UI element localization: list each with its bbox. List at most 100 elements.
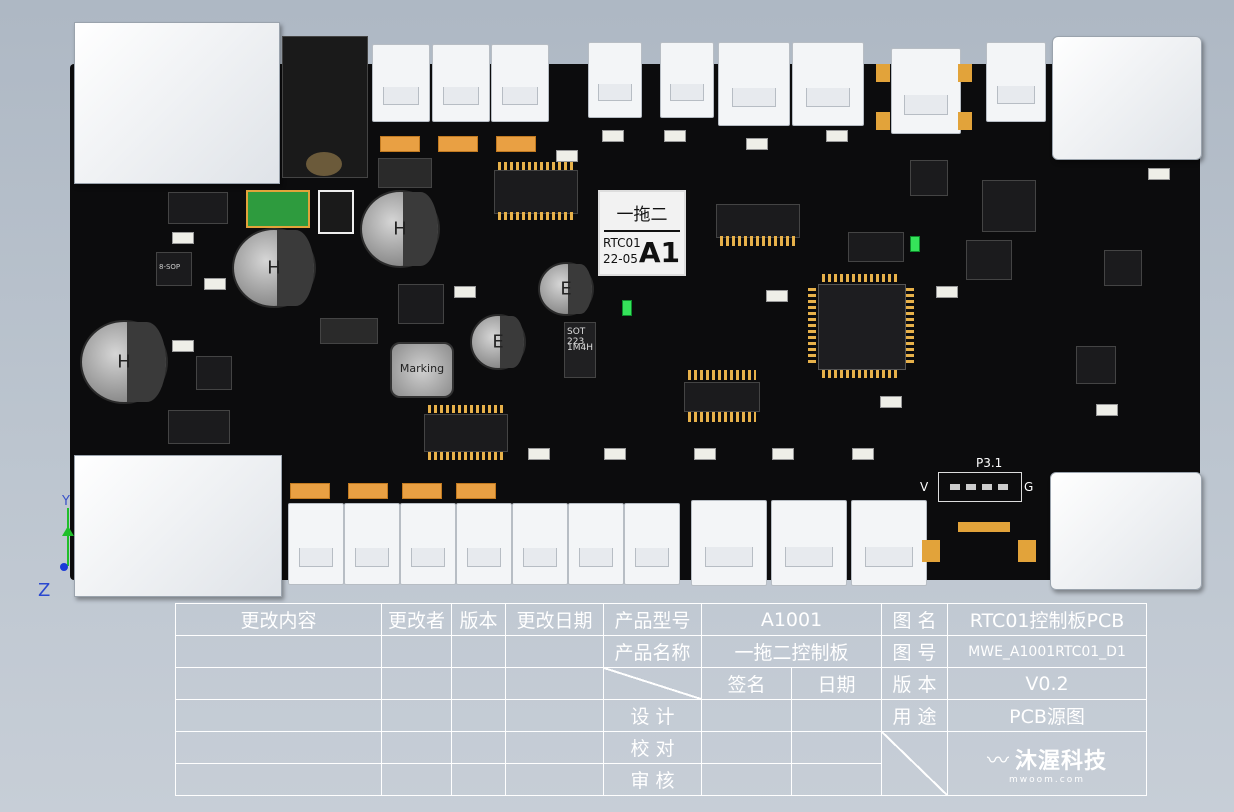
power-ic-square [982,180,1036,232]
board-label-date: 22-05 [603,252,638,266]
terminal-bottom-3 [400,503,456,585]
value-version: V0.2 [947,667,1148,700]
smd-cap-7 [880,396,902,408]
label-drawing-name: 图 名 [881,603,949,636]
pad-4 [958,112,972,130]
axis-y-label: Y [62,494,70,509]
design-sign-cell [701,699,792,732]
change-cell [175,699,382,732]
soic-ic-4-pins-bottom [688,412,756,422]
soic-ic-3-pins-top [428,405,504,413]
change-cell [451,731,506,764]
review-sign-cell [701,763,792,796]
pad-7 [958,522,1010,532]
terminal-top-3 [491,44,549,122]
resistor-bottom-2 [348,483,388,499]
rj45-connector-top-left [74,22,280,184]
green-fuse [246,190,310,228]
capacitor-large-3: H [360,190,440,268]
soic-ic-1 [494,170,578,214]
header-changer: 更改者 [381,603,452,636]
header-p3-label: P3.1 [976,456,1003,470]
sop8-chip-3 [1076,346,1116,384]
soic-ic-2-pins [720,236,796,246]
board-label-model: RTC01 [603,236,641,250]
board-label-rev: A1 [638,236,680,269]
change-cell [175,731,382,764]
terminal-top-1 [372,44,430,122]
diode-block-4 [320,318,378,344]
pcb-3d-viewport[interactable]: H H H E E Marking 一拖二 RTC01 22-05 A1 SOT… [0,0,1234,601]
axis-z-label: Z [38,580,51,601]
change-cell [505,763,604,796]
axis-y-line [67,508,69,566]
soic-ic-4-pins-top [688,370,756,380]
pad-1 [876,64,890,82]
diode-block-1 [168,192,228,224]
label-version: 版 本 [881,667,949,700]
smd-cap-13 [1096,404,1118,416]
header-change-content: 更改内容 [175,603,382,636]
terminal-bottom-9 [771,500,847,586]
tvs-diode-white [318,190,354,234]
pad-2 [876,112,890,130]
diagonal-cell-2 [881,731,949,796]
pad-6 [1018,540,1036,562]
change-cell [451,763,506,796]
capacitor-small-1: E [538,262,594,316]
change-cell [381,731,452,764]
sop8-chip-4 [1104,250,1142,286]
diode-block-3 [378,158,432,188]
smd-cap-8 [528,448,550,460]
sop8-chip-2 [196,356,232,390]
resistor-bottom-3 [402,483,442,499]
terminal-top-9 [986,42,1046,122]
axis-y-arrow [62,526,74,536]
mosfet-dark [848,232,904,262]
terminal-bottom-10 [851,500,927,586]
power-inductor: Marking [390,342,454,398]
terminal-bottom-6 [568,503,624,585]
change-cell [505,699,604,732]
label-check: 校 对 [603,731,702,764]
terminal-top-2 [432,44,490,122]
diagonal-cell [603,667,702,700]
label-sign: 签名 [701,667,792,700]
soic-ic-4 [684,382,760,412]
resistor-bottom-1 [290,483,330,499]
mcu-pins-bottom [822,370,900,378]
axis-origin [60,563,68,571]
resistor-bottom-4 [456,483,496,499]
mcu-qfp [818,284,906,370]
inductor-marking: Marking [399,362,445,375]
board-label-divider [604,230,680,232]
change-cell [175,635,382,668]
smd-cap-5 [826,130,848,142]
rj45-connector-bottom-right [1050,472,1202,590]
change-cell [451,699,506,732]
diode-block-2 [168,410,230,444]
check-date-cell [790,731,883,764]
soic-ic-3 [424,414,508,452]
header-version: 版本 [451,603,506,636]
smd-cap-17 [172,232,194,244]
terminal-top-8 [891,48,961,134]
review-date-cell [790,763,883,796]
sop8-label: 8-SOP [159,263,181,271]
rj45-connector-top-right [1052,36,1202,160]
label-design: 设 计 [603,699,702,732]
change-cell [175,763,382,796]
smd-cap-10 [694,448,716,460]
wave-logo-icon: 〰 [986,748,1009,774]
smd-cap-15 [936,286,958,298]
value-drawing-number: MWE_A1001RTC01_D1 [947,635,1148,668]
smd-cap-12 [852,448,874,460]
change-cell [505,667,604,700]
value-product-name: 一拖二控制板 [700,635,883,668]
label-product-name: 产品名称 [603,635,702,668]
pad-3 [958,64,972,82]
board-label: 一拖二 RTC01 22-05 A1 [598,190,686,276]
soic-ic-1-pins-top [498,162,574,170]
company-logo: 〰 沐渥科技 mwoom.com [947,731,1148,796]
resistor-top-1 [380,136,420,152]
